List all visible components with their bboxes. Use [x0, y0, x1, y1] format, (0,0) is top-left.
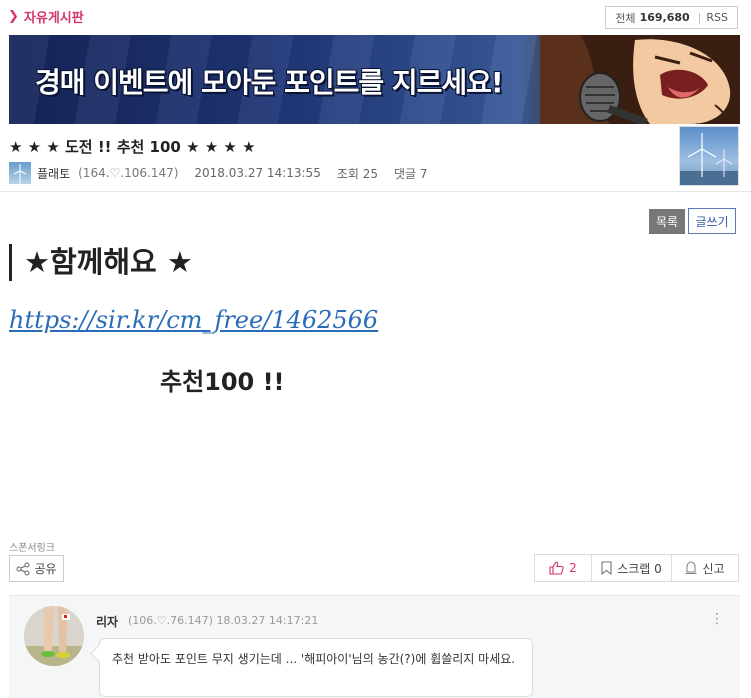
- board-header: ❯ 자유게시판 전체 169,680 | RSS: [0, 0, 751, 34]
- comment-count: 댓글 7: [394, 166, 428, 181]
- author-avatar[interactable]: [9, 162, 31, 184]
- rss-link[interactable]: RSS: [706, 11, 728, 24]
- commenter-avatar[interactable]: [24, 606, 84, 666]
- comment-text: 추천 받아도 포인트 무지 생기는데 ... '해피아이'님의 농간(?)에 휩…: [112, 652, 516, 666]
- like-count: 2: [569, 561, 577, 575]
- board-name: 자유게시판: [23, 11, 84, 26]
- total-count-box: 전체 169,680 | RSS: [605, 6, 738, 29]
- list-button[interactable]: 목록: [649, 209, 685, 234]
- total-count: 169,680: [639, 11, 690, 24]
- chevron-right-icon: ❯: [8, 9, 19, 24]
- commenter-ip: (106.♡.76.147): [128, 614, 213, 627]
- author-ip: (164.♡.106.147): [78, 166, 179, 180]
- divider: |: [697, 11, 702, 24]
- comment-datetime: 18.03.27 14:17:21: [216, 614, 319, 627]
- board-title-link[interactable]: ❯ 자유게시판: [8, 7, 84, 26]
- post-date: 2018.03.27 14:13:55: [194, 166, 321, 180]
- banner-text: 경매 이벤트에 모아둔 포인트를 지르세요!: [35, 66, 504, 99]
- comment-section: 리자 (106.♡.76.147) 18.03.27 14:17:21 ⋮ 추천…: [9, 595, 740, 698]
- like-button[interactable]: 2: [535, 555, 592, 581]
- write-button[interactable]: 글쓰기: [688, 208, 736, 234]
- commenter-name[interactable]: 리자: [96, 613, 118, 630]
- author-name[interactable]: 플래토: [37, 165, 70, 182]
- content-link[interactable]: https://sir.kr/cm_free/1462566: [9, 306, 378, 334]
- post-title: ★ ★ ★ 도전 !! 추천 100 ★ ★ ★ ★: [9, 138, 256, 156]
- more-options-icon[interactable]: ⋮: [710, 612, 724, 626]
- sponsor-label: 스폰서링크: [9, 543, 55, 554]
- wind-turbine-image: [680, 133, 738, 185]
- post-header: ★ ★ ★ 도전 !! 추천 100 ★ ★ ★ ★ 플래토 (164.♡.10…: [0, 124, 751, 192]
- share-icon: [16, 562, 30, 575]
- total-label: 전체: [615, 11, 636, 25]
- post-actions: 2 스크랩 0 신고: [534, 554, 739, 582]
- siren-icon: [685, 561, 697, 575]
- comment-bubble: 추천 받아도 포인트 무지 생기는데 ... '해피아이'님의 농간(?)에 휩…: [99, 638, 533, 697]
- scrap-label: 스크랩 0: [617, 561, 662, 576]
- content-recommend-text: 추천100 !!: [160, 368, 285, 396]
- post-meta: 플래토 (164.♡.106.147) 2018.03.27 14:13:55 …: [9, 162, 428, 184]
- legs-photo: [24, 606, 84, 666]
- report-button[interactable]: 신고: [672, 555, 738, 581]
- bookmark-icon: [601, 561, 612, 575]
- view-count: 조회 25: [336, 166, 378, 181]
- author-profile-image[interactable]: [679, 126, 739, 186]
- report-label: 신고: [702, 561, 725, 576]
- share-button[interactable]: 공유: [9, 555, 64, 582]
- comment-meta: (106.♡.76.147) 18.03.27 14:17:21: [128, 614, 318, 627]
- event-banner[interactable]: 경매 이벤트에 모아둔 포인트를 지르세요!: [9, 35, 740, 124]
- content-heading: ★함께해요 ★: [9, 244, 193, 281]
- wind-turbine-icon: [13, 164, 27, 184]
- thumbs-up-icon: [549, 561, 564, 575]
- share-label: 공유: [34, 562, 57, 576]
- scrap-button[interactable]: 스크랩 0: [592, 555, 672, 581]
- singer-illustration: [540, 35, 740, 124]
